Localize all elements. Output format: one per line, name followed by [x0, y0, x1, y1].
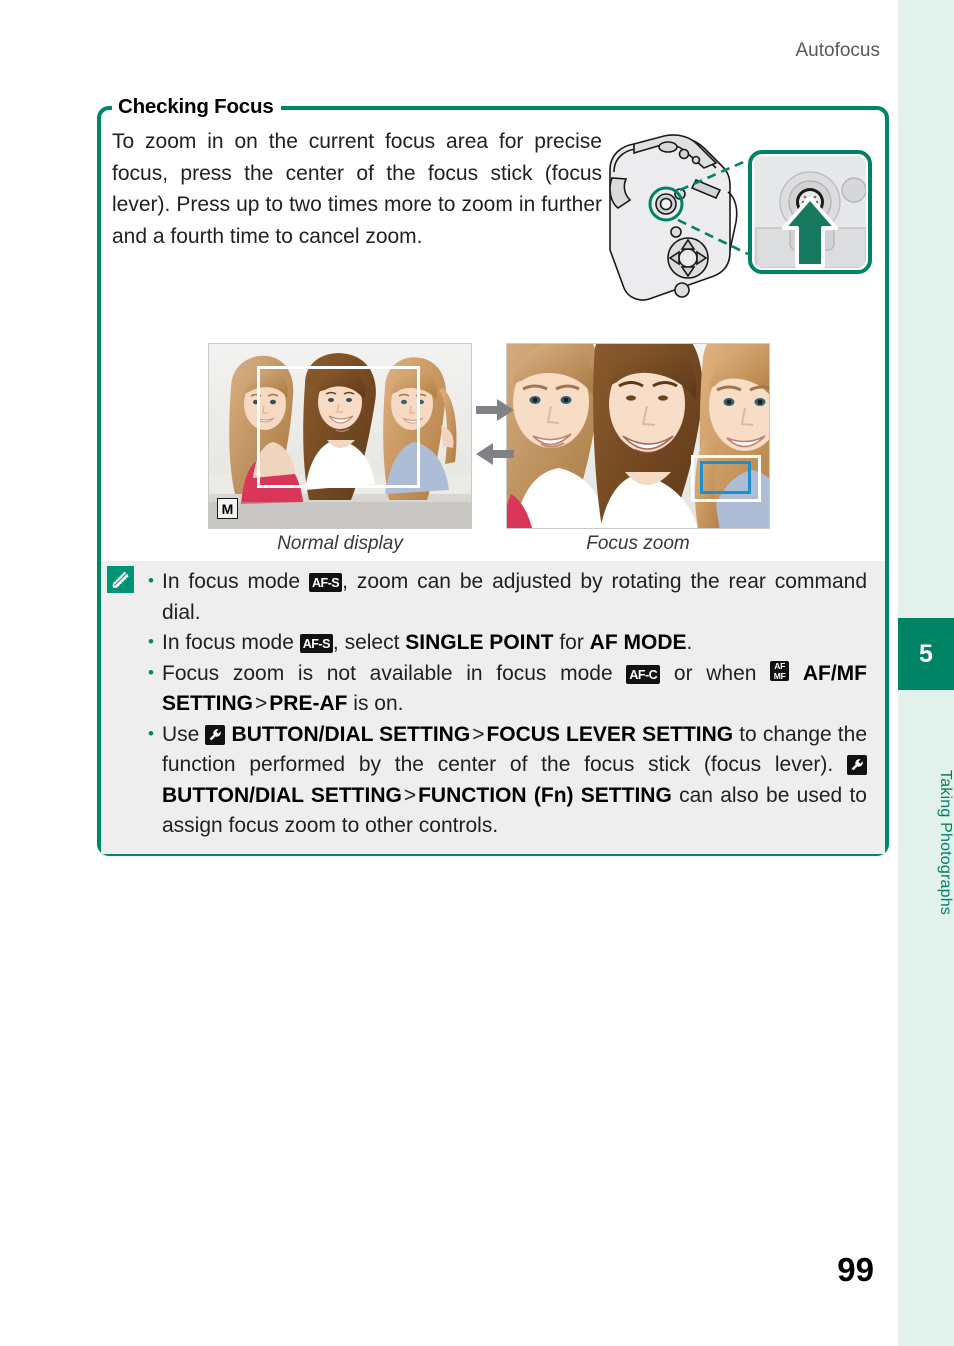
bullet-button-dial-setting: Use BUTTON/DIAL SETTING>FOCUS LEVER SETT… [148, 719, 867, 842]
caption-normal-display: Normal display [277, 533, 403, 554]
menu-term: FOCUS LEVER SETTING [486, 722, 734, 746]
note-bullet-list: In focus mode AF-S, zoom can be adjusted… [101, 561, 885, 854]
af-s-icon: AF-S [299, 634, 333, 653]
menu-term: FUNCTION (Fn) SETTING [418, 783, 672, 807]
intro-paragraph: To zoom in on the current focus area for… [112, 130, 602, 248]
menu-separator: > [255, 692, 268, 715]
sample-figures: M Normal display Focus zoom [208, 343, 780, 554]
camera-rear-focus-stick-illustration [604, 132, 886, 328]
af-c-icon: AF-C [626, 664, 661, 684]
menu-term: BUTTON/DIAL SETTING [231, 722, 471, 746]
bullet-rear-command-dial: In focus mode AF-S, zoom can be adjusted… [148, 566, 867, 628]
page-number: 99 [837, 1251, 874, 1288]
chapter-label: Taking Photographs [937, 770, 954, 916]
sample-normal-display: M [208, 343, 472, 529]
af-s-icon: AF-S [308, 573, 343, 592]
bullet-not-available: Focus zoom is not available in focus mod… [148, 658, 867, 720]
focus-frame-zoom-inner [700, 461, 751, 494]
callout-title: Checking Focus [112, 96, 281, 118]
sample-focus-zoom-display [506, 343, 770, 529]
bullet-single-point: In focus mode AF-S, select SINGLE POINT … [148, 627, 867, 659]
wrench-setup-icon [205, 724, 226, 745]
menu-term: BUTTON/DIAL SETTING [162, 783, 402, 807]
menu-term: PRE-AF [269, 692, 348, 715]
menu-separator: > [403, 783, 417, 807]
chapter-tab: 5 Taking Photographs [898, 0, 954, 1346]
wrench-setup-icon [847, 755, 867, 775]
menu-separator: > [472, 722, 485, 746]
running-header: Autofocus [795, 40, 881, 61]
chapter-number: 5 [898, 618, 954, 690]
arrow-right-icon [476, 399, 514, 421]
note-block: In focus mode AF-S, zoom can be adjusted… [101, 561, 885, 854]
menu-term: SINGLE POINT [405, 631, 554, 654]
caption-focus-zoom: Focus zoom [586, 533, 690, 554]
focus-frame-normal [257, 366, 420, 488]
mode-badge: M [217, 498, 238, 519]
af-mf-icon: AF MF [770, 661, 790, 682]
arrow-left-icon [476, 443, 514, 465]
menu-term: AF MODE [589, 631, 687, 654]
note-pencil-icon [107, 566, 134, 593]
